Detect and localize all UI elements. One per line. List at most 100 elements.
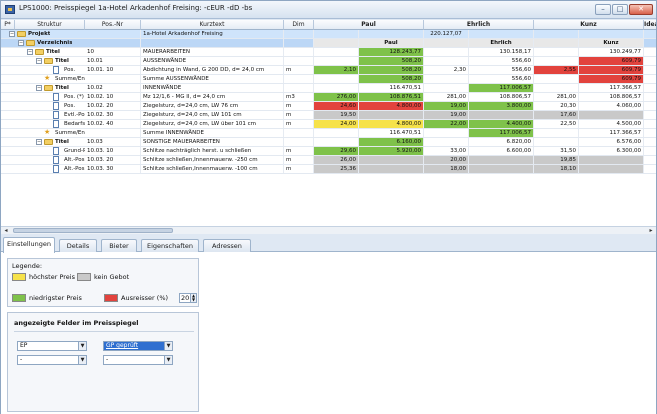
- table-row[interactable]: Evtl.-Pos.10.02. 30Ziegelsturz, d=24,0 c…: [1, 111, 656, 120]
- maximize-button[interactable]: □: [612, 4, 628, 15]
- table-row[interactable]: ★ Summe/Ende Summe AUSSENWÄNDE 508,20 556,60…: [1, 74, 656, 84]
- expand-toggle-icon[interactable]: −: [36, 58, 42, 64]
- price-cell: 117.366,57: [579, 129, 644, 137]
- tree-item-label: Titel: [55, 85, 69, 91]
- tree-item-label: Bedarfs-P: [64, 121, 85, 127]
- price-cell: [424, 129, 469, 137]
- table-row[interactable]: Grund-Pos10.03. 10Schlitze nachträglich …: [1, 147, 656, 156]
- field-select-4[interactable]: - ▼: [103, 355, 173, 365]
- price-cell: 609,79: [579, 75, 644, 83]
- expand-toggle-icon[interactable]: −: [18, 40, 24, 46]
- title-bar[interactable]: LPS1000: Preisspiegel 1a-Hotel Arkadenho…: [1, 1, 656, 19]
- field-select-3-value: -: [20, 356, 23, 363]
- price-cell: [359, 30, 424, 38]
- price-cell: 18,10: [534, 165, 579, 173]
- table-row[interactable]: − Titel 10.01 AUSSENWÄNDE 508,20 556,60 609,79: [1, 57, 656, 66]
- chevron-down-icon[interactable]: ▼: [164, 356, 172, 364]
- price-cell: 6.820,00: [469, 138, 534, 146]
- price-cell: 6.576,00: [579, 138, 644, 146]
- tree-item-label: Summe/Ende: [55, 76, 85, 82]
- price-cell: 2,30: [424, 66, 469, 74]
- posnr-cell: 10.03. 20: [85, 156, 141, 164]
- kurztext-cell: [141, 39, 284, 47]
- settings-panel: Legende: höchster Preis kein Gebot niedr…: [1, 252, 656, 414]
- table-row[interactable]: Bedarfs-P10.02. 40Ziegelsturz, d=24,0 cm…: [1, 120, 656, 129]
- price-cell: 609,79: [579, 57, 644, 65]
- price-cell: [534, 39, 579, 47]
- expand-toggle-icon[interactable]: −: [27, 49, 33, 55]
- tab-bieter[interactable]: Bieter: [101, 239, 137, 252]
- table-row[interactable]: Alt.-Pos. 110.03. 30Schlitze schließen,I…: [1, 165, 656, 174]
- app-icon: [5, 5, 15, 14]
- column-header-kurztext[interactable]: Kurztext: [141, 20, 284, 30]
- column-header-bidder-kunz[interactable]: Kunz: [534, 20, 644, 30]
- price-comparison-grid[interactable]: P* Struktur Pos.-Nr Kurztext Dim Paul Eh…: [1, 20, 656, 226]
- dim-cell: m: [284, 66, 314, 74]
- scrollbar-thumb[interactable]: [13, 228, 173, 233]
- price-cell: 281,00: [534, 93, 579, 101]
- stepper-arrows-icon[interactable]: ▲ ▼: [190, 294, 196, 302]
- price-cell: [424, 48, 469, 56]
- table-row[interactable]: − Projekt 1a-Hotel Arkadenhof Freising 220.…: [1, 30, 656, 39]
- tab-eigenschaften[interactable]: Eigenschaften: [141, 239, 199, 252]
- price-cell: [314, 138, 359, 146]
- price-cell: [469, 30, 534, 38]
- table-row[interactable]: Pos. 10.01. 10 Abdichtung in Wand, G 200 D…: [1, 66, 656, 75]
- price-cell: 20,00: [424, 156, 469, 164]
- kurztext-cell: Abdichtung in Wand, G 200 DD, d= 24,0 cm: [141, 66, 284, 74]
- outlier-percent-value[interactable]: 20: [181, 294, 189, 302]
- table-row[interactable]: − Titel 10.03 SONSTIGE MAUERARBEITEN 6.160,0…: [1, 138, 656, 147]
- tab-einstellungen[interactable]: Einstellungen: [3, 237, 55, 253]
- outlier-percent-stepper[interactable]: 20 ▲ ▼: [179, 293, 197, 303]
- kurztext-cell: SONSTIGE MAUERARBEITEN: [141, 138, 284, 146]
- expand-toggle-icon[interactable]: −: [9, 31, 15, 37]
- expand-toggle-icon[interactable]: −: [36, 139, 42, 145]
- kurztext-cell: Summe INNENWÄNDE: [141, 129, 284, 137]
- price-cell: 108.806,57: [469, 93, 534, 101]
- posnr-cell: 10: [85, 48, 141, 56]
- table-row[interactable]: − Titel 10.02 INNENWÄNDE 116.470,51 117.006,5…: [1, 84, 656, 93]
- table-row[interactable]: Alt.-Pos. 110.03. 20Schlitze schließen,I…: [1, 156, 656, 165]
- scroll-right-arrow-icon[interactable]: ▸: [647, 227, 655, 234]
- table-row[interactable]: − Titel 10 MAUERARBEITEN 128.243,77 130.158,1…: [1, 48, 656, 57]
- table-row[interactable]: Pos. (*) 10.02. 10 Mz 12/1,6 - MG II, d= 2…: [1, 93, 656, 102]
- horizontal-scrollbar[interactable]: ◂ ▸: [1, 226, 656, 234]
- price-cell: [424, 39, 469, 47]
- tab-details[interactable]: Details: [59, 239, 97, 252]
- close-button[interactable]: ✕: [629, 4, 653, 15]
- price-cell: [314, 48, 359, 56]
- column-header-pos[interactable]: P*: [1, 20, 15, 30]
- column-header-bidder-paul[interactable]: Paul: [314, 20, 424, 30]
- tree-item-label: Titel: [55, 58, 69, 64]
- chevron-down-icon[interactable]: ▼: [164, 342, 172, 350]
- field-select-3[interactable]: - ▼: [17, 355, 87, 365]
- column-header-struktur[interactable]: Struktur: [15, 20, 85, 30]
- field-select-4-value: -: [106, 356, 109, 363]
- kurztext-cell: AUSSENWÄNDE: [141, 57, 284, 65]
- table-row[interactable]: − Verzeichnis Paul Ehrlich Kunz: [1, 39, 656, 48]
- column-header-posnr[interactable]: Pos.-Nr: [85, 20, 141, 30]
- table-row[interactable]: Pos. 10.02. 20 Ziegelsturz, d=24,0 cm, LW …: [1, 102, 656, 111]
- posnr-cell: 10.02: [85, 84, 141, 92]
- minimize-button[interactable]: –: [595, 4, 611, 15]
- chevron-down-icon[interactable]: ▼: [78, 356, 86, 364]
- scroll-left-arrow-icon[interactable]: ◂: [2, 227, 10, 234]
- price-cell: 508,20: [359, 57, 424, 65]
- chevron-down-icon[interactable]: ▼: [78, 342, 86, 350]
- expand-toggle-icon[interactable]: −: [36, 85, 42, 91]
- table-row[interactable]: ★ Summe/Ende Summe INNENWÄNDE 116.470,51 117…: [1, 128, 656, 138]
- price-cell: 609,79: [579, 66, 644, 74]
- folder-icon: [44, 85, 53, 91]
- legend-group: Legende: höchster Preis kein Gebot niedr…: [7, 258, 199, 307]
- field-select-1[interactable]: EP ▼: [17, 341, 87, 351]
- tab-adressen[interactable]: Adressen: [203, 239, 251, 252]
- column-header-dim[interactable]: Dim: [284, 20, 314, 30]
- dim-cell: m: [284, 147, 314, 155]
- column-header-bidder-ehrlich[interactable]: Ehrlich: [424, 20, 534, 30]
- price-cell: [359, 165, 424, 173]
- column-header-bidder-idea[interactable]: Idea: [644, 20, 656, 30]
- price-cell: [534, 57, 579, 65]
- price-cell: 108.806,57: [579, 93, 644, 101]
- price-cell: 24,60: [314, 102, 359, 110]
- field-select-2[interactable]: GP geprüft ▼: [103, 341, 173, 351]
